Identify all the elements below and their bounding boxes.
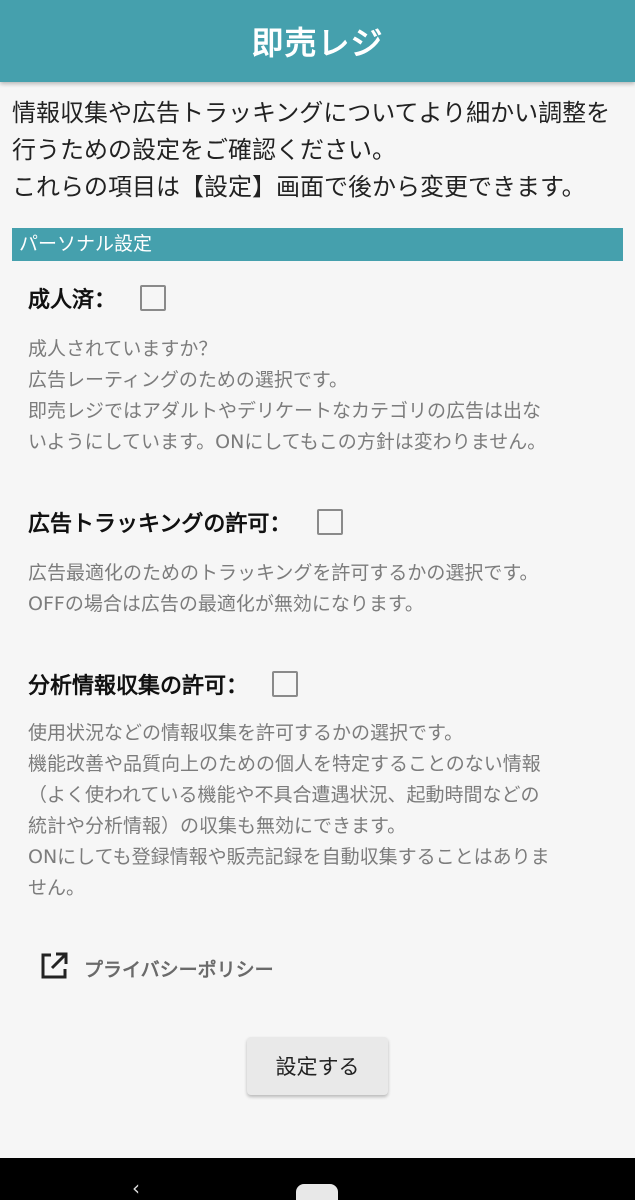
external-link-icon bbox=[38, 950, 70, 986]
privacy-policy-link[interactable]: プライバシーポリシー bbox=[38, 950, 274, 986]
intro-line: 情報収集や広告トラッキングについてより細かい調整を bbox=[12, 99, 611, 127]
desc-line: 使用状況などの情報収集を許可するかの選択です。 bbox=[28, 722, 464, 744]
setting-adult: 成人済： bbox=[28, 282, 167, 314]
desc-line: （よく使われている機能や不具合遭遇状況、起動時間などの bbox=[28, 784, 540, 806]
desc-line: 広告最適化のためのトラッキングを許可するかの選択です。 bbox=[28, 562, 539, 584]
desc-line: せん。 bbox=[28, 877, 86, 899]
app-screen: 即売レジ 情報収集や広告トラッキングについてより細かい調整を 行うための設定をご… bbox=[0, 0, 635, 1200]
desc-line: 広告レーティングのための選択です。 bbox=[28, 369, 348, 391]
setting-analytics: 分析情報収集の許可： bbox=[28, 668, 299, 700]
home-pill-icon[interactable] bbox=[296, 1184, 338, 1200]
setting-ad-tracking-description: 広告最適化のためのトラッキングを許可するかの選択です。 OFFの場合は広告の最適… bbox=[28, 558, 608, 620]
desc-line: 即売レジではアダルトやデリケートなカテゴリの広告は出な bbox=[28, 400, 542, 422]
intro-line: これらの項目は【設定】画面で後から変更できます。 bbox=[12, 173, 586, 201]
adult-checkbox[interactable] bbox=[140, 285, 167, 311]
setting-ad-tracking-label: 広告トラッキングの許可： bbox=[28, 512, 292, 537]
desc-line: いようにしています。ONにしてもこの方針は変わりません。 bbox=[28, 431, 547, 453]
privacy-policy-label: プライバシーポリシー bbox=[84, 958, 274, 981]
app-bar: 即売レジ bbox=[0, 0, 635, 82]
desc-line: OFFの場合は広告の最適化が無効になります。 bbox=[28, 593, 424, 615]
desc-line: 成人されていますか？ bbox=[28, 338, 218, 360]
app-title: 即売レジ bbox=[251, 24, 384, 62]
setting-ad-tracking: 広告トラッキングの許可： bbox=[28, 506, 344, 538]
back-icon[interactable]: ‹ bbox=[132, 1176, 140, 1200]
setting-analytics-description: 使用状況などの情報収集を許可するかの選択です。 機能改善や品質向上のための個人を… bbox=[28, 718, 608, 904]
desc-line: 機能改善や品質向上のための個人を特定することのない情報 bbox=[28, 753, 541, 775]
setting-adult-label: 成人済： bbox=[28, 288, 117, 313]
intro-line: 行うための設定をご確認ください。 bbox=[12, 136, 396, 164]
desc-line: 統計や分析情報）の収集も無効にできます。 bbox=[28, 815, 407, 837]
intro-text: 情報収集や広告トラッキングについてより細かい調整を 行うための設定をご確認くださ… bbox=[12, 95, 624, 206]
submit-settings-button[interactable]: 設定する bbox=[247, 1037, 388, 1095]
setting-adult-description: 成人されていますか？ 広告レーティングのための選択です。 即売レジではアダルトや… bbox=[28, 334, 608, 458]
setting-analytics-label: 分析情報収集の許可： bbox=[28, 674, 249, 699]
analytics-checkbox[interactable] bbox=[272, 671, 299, 697]
ad-tracking-checkbox[interactable] bbox=[317, 509, 344, 535]
desc-line: ONにしても登録情報や販売記録を自動収集することはありま bbox=[28, 846, 550, 868]
section-header-personal: パーソナル設定 bbox=[12, 228, 623, 261]
